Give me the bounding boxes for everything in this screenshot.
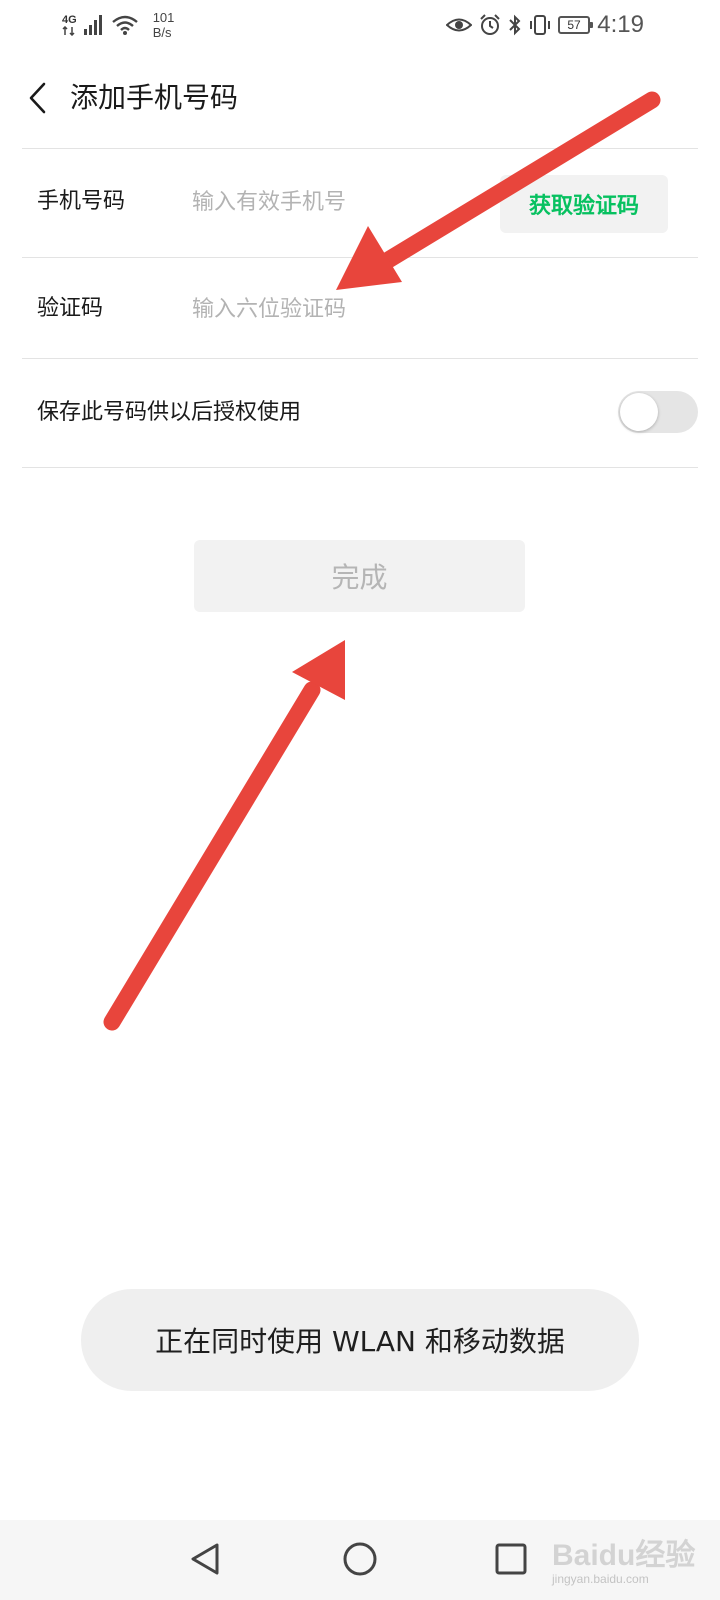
watermark-url: jingyan.baidu.com	[552, 1572, 649, 1586]
toast-message: 正在同时使用 WLAN 和移动数据	[81, 1289, 639, 1391]
nav-back-button[interactable]	[180, 1534, 230, 1584]
baidu-watermark: Baidu经验 jingyan.baidu.com	[550, 1528, 720, 1592]
recents-square-icon	[495, 1543, 527, 1575]
back-triangle-icon	[191, 1543, 219, 1575]
annotation-arrows	[103, 91, 661, 1031]
nav-recents-button[interactable]	[486, 1534, 536, 1584]
arrow-to-code-input	[336, 91, 661, 290]
nav-home-button[interactable]	[335, 1534, 385, 1584]
watermark-brand: Baidu经验	[552, 1539, 696, 1572]
home-circle-icon	[343, 1542, 377, 1576]
arrow-to-done-button	[103, 640, 345, 1031]
